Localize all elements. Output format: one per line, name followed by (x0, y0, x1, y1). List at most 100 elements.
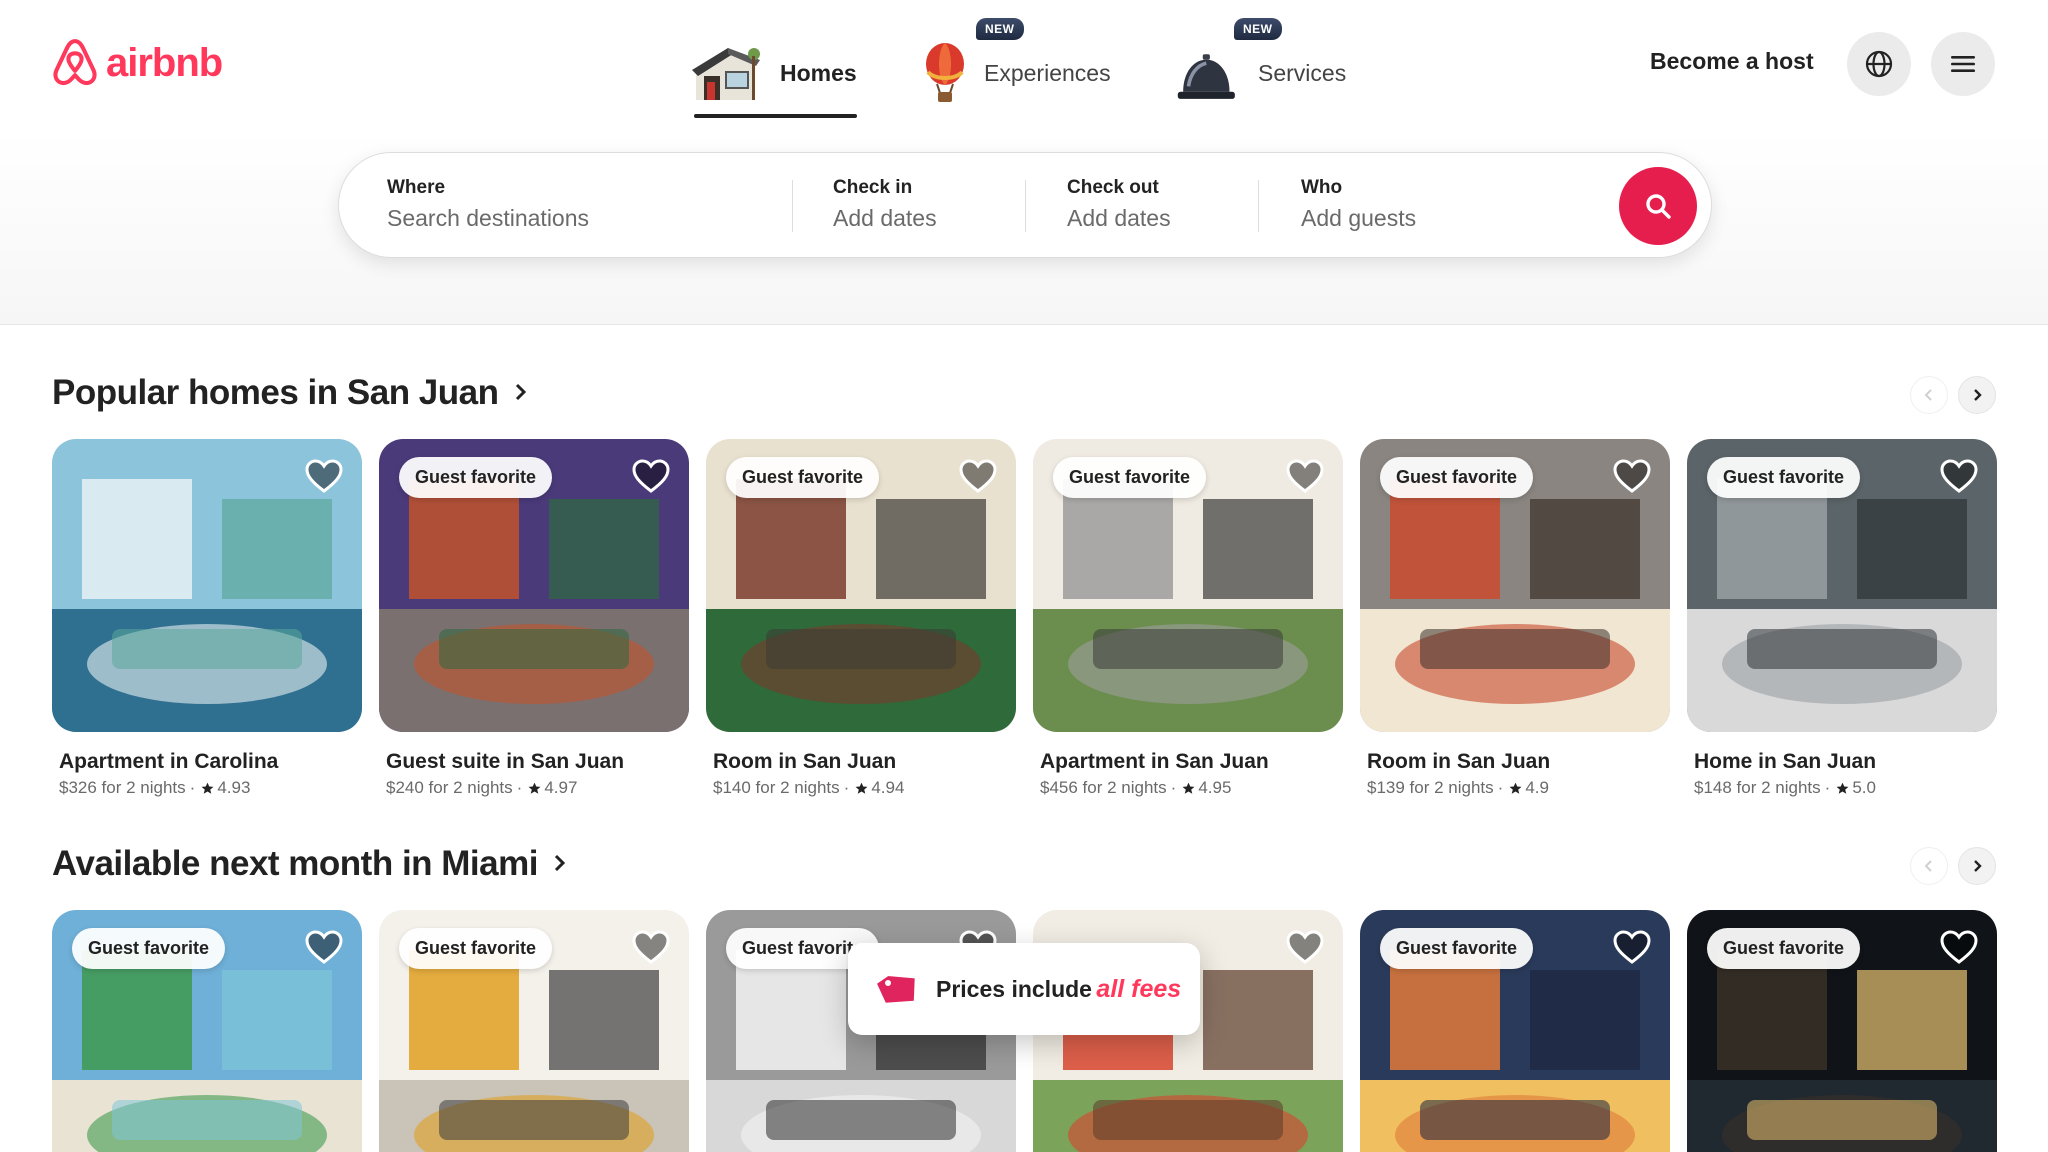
heart-icon[interactable] (1939, 928, 1979, 968)
tab-services[interactable]: NEW Services (1176, 18, 1347, 118)
listing-title: Room in San Juan (713, 750, 897, 773)
carousel-next-button[interactable] (1958, 376, 1996, 414)
search-bar: Where Search destinations Check in Add d… (338, 152, 1712, 258)
heart-icon[interactable] (1612, 457, 1652, 497)
star-icon (855, 782, 868, 794)
separator-dot: · (1824, 778, 1831, 797)
listing-rating: 4.93 (217, 778, 251, 797)
listing-meta: $456 for 2 nights · 4.95 (1040, 778, 1343, 798)
main-menu-button[interactable] (1931, 32, 1995, 96)
guest-favorite-badge: Guest favorite (1707, 928, 1861, 969)
heart-icon[interactable] (631, 457, 671, 497)
separator-dot: · (1497, 778, 1504, 797)
divider (1258, 180, 1259, 232)
listing-image[interactable]: Guest favorite (379, 910, 689, 1152)
star-icon (201, 782, 214, 794)
listing-image[interactable]: Guest favorite (706, 439, 1016, 732)
section-title-san-juan[interactable]: Popular homes in San Juan (52, 373, 530, 413)
carousel-next-button[interactable] (1958, 847, 1996, 885)
section-title-miami[interactable]: Available next month in Miami (52, 844, 569, 884)
search-button[interactable] (1619, 167, 1697, 245)
who-field[interactable]: Who Add guests (1301, 177, 1416, 232)
airbnb-logo[interactable]: airbnb (50, 36, 223, 90)
carousel-prev-button[interactable] (1910, 376, 1948, 414)
listing-image[interactable]: Guest favorite (379, 439, 689, 732)
section-title-text: Popular homes in San Juan (52, 373, 499, 412)
divider (792, 180, 793, 232)
guest-favorite-badge: Guest favorite (1707, 457, 1861, 498)
heart-icon[interactable] (1285, 928, 1325, 968)
heart-icon[interactable] (1612, 928, 1652, 968)
listing-rating: 4.9 (1525, 778, 1549, 797)
separator-dot: · (843, 778, 850, 797)
star-icon (528, 782, 541, 794)
listing-card[interactable]: Guest favorite Room in San Juan $139 for… (1360, 439, 1670, 798)
tab-homes[interactable]: Homes (690, 28, 857, 118)
heart-icon[interactable] (1939, 457, 1979, 497)
listing-image[interactable]: Guest favorite (1687, 910, 1997, 1152)
guest-favorite-badge: Guest favorite (399, 457, 553, 498)
listing-image[interactable]: Guest favorite (1033, 439, 1343, 732)
new-badge: NEW (1234, 18, 1282, 40)
toast-message: Prices include all fees (936, 975, 1181, 1004)
listing-meta: $326 for 2 nights · 4.93 (59, 778, 362, 798)
airbnb-logo-icon (53, 39, 97, 86)
listing-rating: 4.97 (544, 778, 578, 797)
listing-card[interactable]: Guest favorite Home in San Juan $148 for… (1687, 439, 1997, 798)
listing-image[interactable] (52, 439, 362, 732)
check-out-value: Add dates (1067, 205, 1171, 231)
where-label: Where (387, 177, 446, 198)
listing-card[interactable]: Guest favorite (1687, 910, 1997, 1152)
guest-favorite-badge: Guest favorite (1380, 928, 1534, 969)
listing-card[interactable]: Guest favorite Apartment in San Juan $45… (1033, 439, 1343, 798)
heart-icon[interactable] (304, 928, 344, 968)
listing-title: Guest suite in San Juan (386, 750, 625, 773)
toast-prefix: Prices include (936, 975, 1092, 1002)
tab-services-label: Services (1258, 59, 1347, 86)
listing-image[interactable]: Guest favorite (1360, 439, 1670, 732)
house-icon (692, 48, 760, 100)
listing-card[interactable]: Guest favorite (52, 910, 362, 1152)
listing-title: Home in San Juan (1694, 750, 1877, 773)
listing-card[interactable]: Guest favorite (1360, 910, 1670, 1152)
check-out-label: Check out (1067, 177, 1159, 198)
listing-meta: $140 for 2 nights · 4.94 (713, 778, 1016, 798)
listing-card[interactable]: Guest favorite (379, 910, 689, 1152)
listing-card[interactable]: Guest favorite Guest suite in San Juan $… (379, 439, 689, 798)
heart-icon[interactable] (304, 457, 344, 497)
separator-dot: · (1170, 778, 1177, 797)
listing-card[interactable]: Guest favorite Room in San Juan $140 for… (706, 439, 1016, 798)
guest-favorite-badge: Guest favorite (399, 928, 553, 969)
listing-image[interactable]: Guest favorite (1687, 439, 1997, 732)
search-icon (1646, 194, 1671, 219)
check-out-field[interactable]: Check out Add dates (1067, 177, 1171, 232)
chevron-left-icon (1924, 389, 1932, 401)
listing-price: $240 for 2 nights (386, 778, 513, 797)
listing-card[interactable]: Apartment in Carolina $326 for 2 nights … (52, 439, 362, 798)
carousel-prev-button[interactable] (1910, 847, 1948, 885)
listing-image[interactable]: Guest favorite (52, 910, 362, 1152)
become-a-host-link[interactable]: Become a host (1650, 48, 1814, 75)
guest-favorite-badge: Guest favorite (72, 928, 226, 969)
language-button[interactable] (1847, 32, 1911, 96)
tab-homes-label: Homes (780, 59, 857, 86)
check-in-value: Add dates (833, 205, 937, 231)
prices-include-fees-toast[interactable]: Prices include all fees (848, 943, 1200, 1035)
chevron-right-icon (515, 383, 526, 401)
section-title-text: Available next month in Miami (52, 844, 538, 883)
guest-favorite-badge: Guest favorite (1380, 457, 1534, 498)
listing-title: Room in San Juan (1367, 750, 1551, 773)
heart-icon[interactable] (958, 457, 998, 497)
tab-experiences[interactable]: NEW Experiences (922, 18, 1111, 118)
listing-rating: 4.95 (1198, 778, 1232, 797)
listing-price: $140 for 2 nights (713, 778, 840, 797)
heart-icon[interactable] (631, 928, 671, 968)
heart-icon[interactable] (1285, 457, 1325, 497)
listing-meta: $139 for 2 nights · 4.9 (1367, 778, 1670, 798)
where-field[interactable]: Where Search destinations (387, 177, 589, 232)
toast-accent: all fees (1096, 974, 1182, 1003)
listing-image[interactable]: Guest favorite (1360, 910, 1670, 1152)
listing-price: $148 for 2 nights (1694, 778, 1821, 797)
check-in-label: Check in (833, 177, 913, 198)
check-in-field[interactable]: Check in Add dates (833, 177, 937, 232)
